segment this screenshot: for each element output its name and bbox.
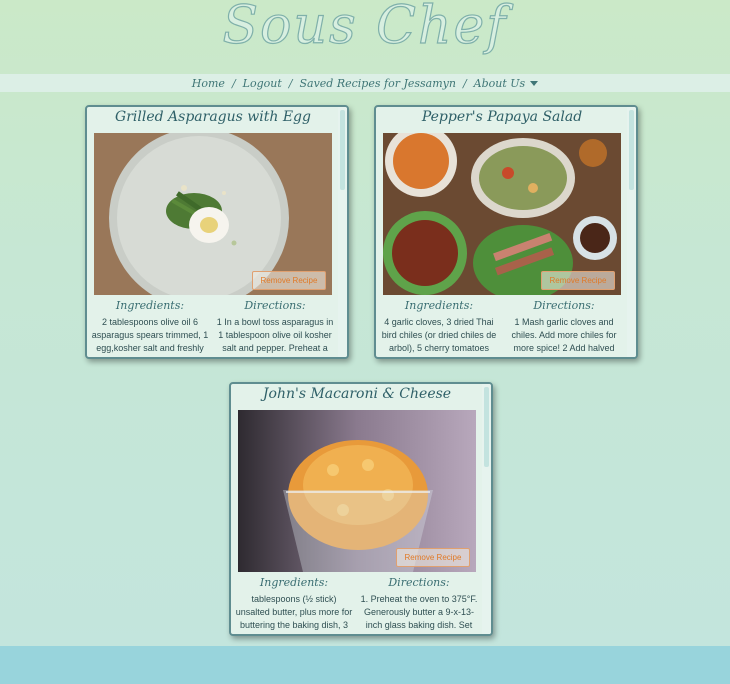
recipe-title: Pepper's Papaya Salad bbox=[421, 109, 583, 125]
directions-heading: Directions: bbox=[244, 299, 306, 312]
ingredients-text: 2 tablespoons olive oil 6 asparagus spea… bbox=[91, 317, 209, 353]
ingredients-heading: Ingredients: bbox=[404, 299, 474, 312]
directions-text: 1. Preheat the oven to 375°F. Generously… bbox=[360, 594, 478, 630]
nav-separator: / bbox=[288, 76, 293, 90]
remove-recipe-button[interactable]: Remove Recipe bbox=[252, 271, 326, 290]
ingredients-text: tablespoons (½ stick) unsalted butter, p… bbox=[235, 594, 353, 630]
footer-band bbox=[0, 646, 730, 684]
ingredients-section: Ingredients: 2 tablespoons olive oil 6 a… bbox=[90, 299, 210, 355]
nav-separator: / bbox=[231, 76, 236, 90]
nav-separator: / bbox=[462, 76, 467, 90]
ingredients-section: Ingredients: tablespoons (½ stick) unsal… bbox=[234, 576, 354, 632]
nav-about-label: About Us bbox=[473, 76, 526, 90]
scrollbar-thumb[interactable] bbox=[629, 110, 634, 190]
nav-about-dropdown[interactable]: About Us bbox=[472, 77, 541, 90]
card-scrollbar[interactable] bbox=[338, 107, 347, 357]
scrollbar-thumb[interactable] bbox=[484, 387, 489, 467]
recipe-title: Grilled Asparagus with Egg bbox=[115, 109, 311, 125]
recipe-card: John's Macaroni & Cheese Remove Recipe I… bbox=[229, 382, 493, 636]
directions-section: Directions: 1. Preheat the oven to 375°F… bbox=[359, 576, 479, 632]
caret-down-icon bbox=[530, 81, 539, 86]
site-logo[interactable]: Sous Chef bbox=[0, 0, 730, 57]
ingredients-heading: Ingredients: bbox=[259, 576, 329, 589]
recipe-image-asparagus: Remove Recipe bbox=[94, 133, 332, 295]
site-header: Sous Chef bbox=[0, 0, 730, 74]
ingredients-heading: Ingredients: bbox=[115, 299, 185, 312]
directions-text: 1 Mash garlic cloves and chiles. Add mor… bbox=[511, 317, 617, 353]
recipe-title: John's Macaroni & Cheese bbox=[262, 386, 452, 402]
recipe-image-macaroni: Remove Recipe bbox=[238, 410, 476, 572]
remove-recipe-button[interactable]: Remove Recipe bbox=[541, 271, 615, 290]
scrollbar-thumb[interactable] bbox=[340, 110, 345, 190]
directions-heading: Directions: bbox=[533, 299, 595, 312]
nav-home-link[interactable]: Home bbox=[190, 77, 227, 90]
nav-logout-link[interactable]: Logout bbox=[241, 77, 284, 90]
card-scrollbar[interactable] bbox=[482, 384, 491, 634]
recipe-image-papaya-salad: Remove Recipe bbox=[383, 133, 621, 295]
card-scrollbar[interactable] bbox=[627, 107, 636, 357]
directions-section: Directions: 1 In a bowl toss asparagus i… bbox=[215, 299, 335, 355]
recipe-card: Pepper's Papaya Salad Remove Recipe Ingr… bbox=[374, 105, 638, 359]
directions-heading: Directions: bbox=[388, 576, 450, 589]
directions-section: Directions: 1 Mash garlic cloves and chi… bbox=[504, 299, 624, 355]
ingredients-section: Ingredients: 4 garlic cloves, 3 dried Th… bbox=[379, 299, 499, 355]
recipe-card: Grilled Asparagus with Egg Remove Recipe… bbox=[85, 105, 349, 359]
directions-text: 1 In a bowl toss asparagus in 1 tablespo… bbox=[216, 317, 334, 353]
remove-recipe-button[interactable]: Remove Recipe bbox=[396, 548, 470, 567]
ingredients-text: 4 garlic cloves, 3 dried Thai bird chile… bbox=[381, 317, 497, 353]
nav-saved-recipes-link[interactable]: Saved Recipes for Jessamyn bbox=[297, 77, 457, 90]
navbar: Home / Logout / Saved Recipes for Jessam… bbox=[0, 74, 730, 92]
